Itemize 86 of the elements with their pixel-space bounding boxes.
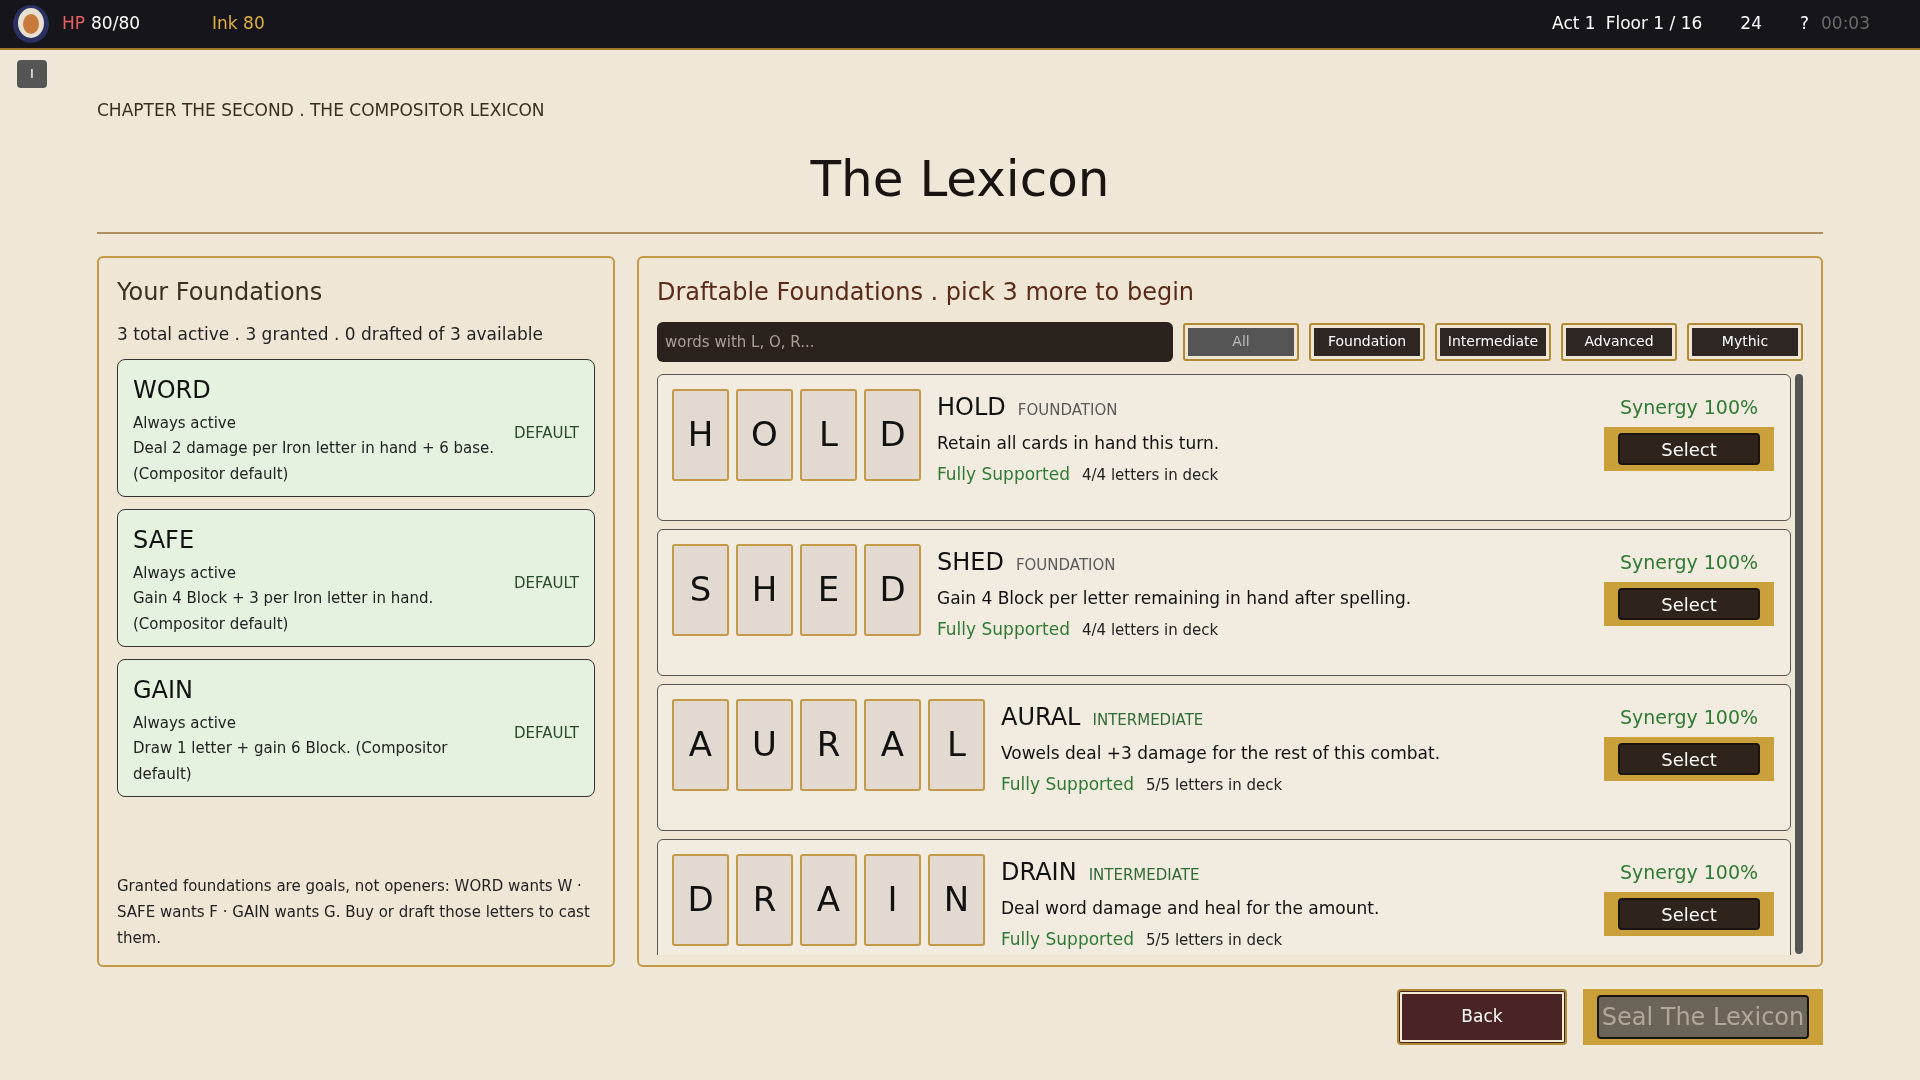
select-button[interactable]: Select <box>1604 582 1774 626</box>
tier-label: FOUNDATION <box>1015 554 1116 576</box>
letter-tile: L <box>800 388 857 481</box>
word-effect: Gain 4 Block per letter remaining in hand after spelling. <box>937 586 1413 610</box>
letter-tile: H <box>672 388 729 481</box>
tier-label: INTERMEDIATE <box>1092 709 1204 731</box>
counter-value: 24 <box>1740 12 1762 36</box>
foundation-status: Always active <box>133 413 237 434</box>
deck-count: 4/4 letters in deck <box>1082 620 1219 641</box>
word-effect: Retain all cards in hand this turn. <box>937 431 1221 455</box>
chapter-heading: CHAPTER THE SECOND . THE COMPOSITOR LEXICON <box>97 99 546 122</box>
scrollbar[interactable] <box>1795 373 1803 954</box>
word-card[interactable]: D R A I N DRAIN INTERMEDIATE Deal word damage and heal for the amount. Fully Supported 5/5 letters in deck Synergy 100% Select <box>657 838 1791 955</box>
panel-title: Draftable Foundations . pick 3 more to begin <box>657 276 1195 308</box>
letter-tile: D <box>864 388 921 481</box>
letter-tile: L <box>928 698 985 791</box>
synergy-value: Synergy 100% <box>1619 859 1759 885</box>
default-tag: DEFAULT <box>514 572 579 646</box>
synergy-value: Synergy 100% <box>1619 704 1759 730</box>
word-name: HOLD <box>937 391 1006 423</box>
letter-tile: U <box>736 698 793 791</box>
letter-tile: A <box>800 853 857 946</box>
letter-tile: A <box>864 698 921 791</box>
select-button[interactable]: Select <box>1604 892 1774 936</box>
synergy-value: Synergy 100% <box>1619 549 1759 575</box>
foundation-word: SAFE <box>133 525 196 556</box>
tier-label: INTERMEDIATE <box>1088 864 1200 886</box>
page-title: The Lexicon <box>809 153 1111 204</box>
tier-label: FOUNDATION <box>1017 399 1118 421</box>
letter-tile: R <box>736 853 793 946</box>
word-effect: Deal word damage and heal for the amount. <box>1001 896 1381 920</box>
deck-count: 5/5 letters in deck <box>1146 930 1283 951</box>
panel-title: Your Foundations <box>117 276 324 308</box>
foundation-effect: Deal 2 damage per Iron letter in hand + 6 base. (Compositor default) <box>133 437 496 485</box>
foundations-summary: 3 total active . 3 granted . 0 drafted of 3 available <box>117 322 544 346</box>
act-label: Act 1 <box>1552 12 1596 36</box>
word-card[interactable]: H O L D HOLD FOUNDATION Retain all cards in hand this turn. Fully Supported 4/4 letters in deck Synergy 100% Select <box>657 373 1791 521</box>
foundation-effect: Gain 4 Block + 3 per Iron letter in hand. (Compositor default) <box>133 587 435 635</box>
support-status: Fully Supported <box>937 463 1070 486</box>
hp-label: HP <box>62 12 86 36</box>
letter-tile: N <box>928 853 985 946</box>
foundation-word: GAIN <box>133 675 195 706</box>
letter-tile: I <box>864 853 921 946</box>
word-effect: Vowels deal +3 damage for the rest of this combat. <box>1001 741 1442 765</box>
select-button[interactable]: Select <box>1604 427 1774 471</box>
word-card[interactable]: S H E D SHED FOUNDATION Gain 4 Block per letter remaining in hand after spelling. Fully Supported 4/4 letters in deck Synergy 100% Select <box>657 528 1791 676</box>
foundation-status: Always active <box>133 713 237 734</box>
letter-tile: A <box>672 698 729 791</box>
ink-amount: Ink 80 <box>212 12 265 36</box>
back-button[interactable]: Back <box>1397 988 1567 1045</box>
word-card[interactable]: A U R A L AURAL INTERMEDIATE Vowels deal +3 damage for the rest of this combat. Fully Supported 5/5 letters in deck Synergy 100% Select <box>657 683 1791 831</box>
letter-tile: D <box>864 543 921 636</box>
help-button[interactable]: ? <box>1799 11 1809 37</box>
support-status: Fully Supported <box>1001 773 1134 796</box>
word-name: AURAL <box>1001 701 1081 733</box>
letter-tile: R <box>800 698 857 791</box>
foundations-note: Granted foundations are goals, not openers: WORD wants W · SAFE wants F · GAIN wants G. Buy or draft those letters to cast them. <box>117 875 591 949</box>
word-name: DRAIN <box>1001 856 1077 888</box>
inventory-button[interactable]: I <box>17 60 47 88</box>
avatar-icon <box>12 4 50 44</box>
letter-tile: O <box>736 388 793 481</box>
letter-tile: D <box>672 853 729 946</box>
select-button[interactable]: Select <box>1604 737 1774 781</box>
foundation-word: WORD <box>133 375 212 406</box>
timer: 00:03 <box>1821 12 1870 36</box>
default-tag: DEFAULT <box>514 722 579 796</box>
filter-tab[interactable]: Intermediate <box>1435 322 1551 361</box>
letter-tile: S <box>672 543 729 636</box>
hp-value: 80/80 <box>91 12 141 36</box>
floor-label: Floor 1 / 16 <box>1605 12 1703 36</box>
filter-tab[interactable]: Advanced <box>1561 322 1677 361</box>
deck-count: 5/5 letters in deck <box>1146 775 1283 796</box>
filter-tab[interactable]: Foundation <box>1309 322 1425 361</box>
foundation-status: Always active <box>133 563 237 584</box>
letter-tile: H <box>736 543 793 636</box>
synergy-value: Synergy 100% <box>1619 394 1759 420</box>
default-tag: DEFAULT <box>514 422 579 496</box>
deck-count: 4/4 letters in deck <box>1082 465 1219 486</box>
word-name: SHED <box>937 546 1004 578</box>
filter-tab[interactable]: Mythic <box>1687 322 1803 361</box>
support-status: Fully Supported <box>937 618 1070 641</box>
foundation-effect: Draw 1 letter + gain 6 Block. (Compositor default) <box>133 737 449 785</box>
search-field[interactable]: words with L, O, R... <box>657 321 1173 362</box>
filter-tab[interactable]: All <box>1183 322 1299 361</box>
support-status: Fully Supported <box>1001 928 1134 951</box>
letter-tile: E <box>800 543 857 636</box>
